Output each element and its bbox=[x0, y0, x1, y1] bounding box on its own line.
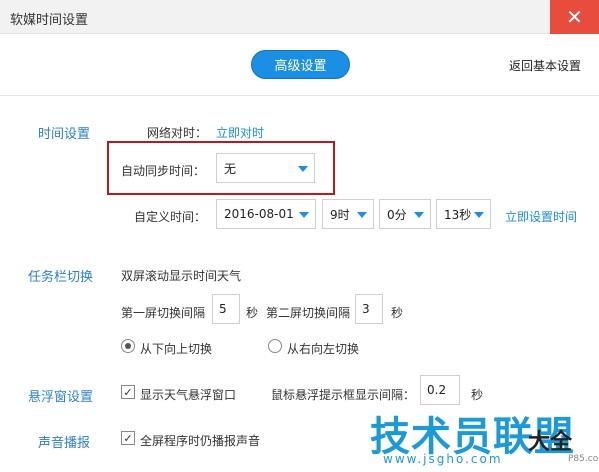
chevron-down-icon bbox=[299, 212, 309, 218]
tooltip-interval-label: 鼠标悬浮提示框显示间隔： bbox=[271, 388, 416, 402]
radio-right-left-label: 从右向左切换 bbox=[287, 342, 360, 356]
radio-bottom-up[interactable] bbox=[121, 339, 135, 353]
window-title: 软媒时间设置 bbox=[10, 13, 89, 28]
section-sound: 声音播报 bbox=[38, 436, 91, 451]
close-icon: ✕ bbox=[566, 5, 583, 29]
watermark-url: www.jsgho.com bbox=[383, 452, 503, 466]
fullscreen-sound-label: 全屏程序时仍播报声音 bbox=[140, 434, 261, 448]
chevron-down-icon bbox=[414, 212, 424, 218]
second-interval-unit: 秒 bbox=[391, 306, 404, 320]
watermark-sub: 大全 bbox=[528, 430, 573, 455]
chevron-down-icon bbox=[357, 212, 367, 218]
radio-dot bbox=[125, 343, 131, 349]
auto-sync-value: 无 bbox=[224, 161, 237, 176]
date-value: 2016-08-01 bbox=[224, 207, 294, 221]
show-weather-label: 显示天气悬浮窗口 bbox=[140, 388, 237, 402]
advanced-settings-button[interactable]: 高级设置 bbox=[251, 50, 350, 79]
back-to-basic-link[interactable]: 返回基本设置 bbox=[509, 57, 581, 74]
header-divider bbox=[0, 95, 599, 96]
second-value: 13秒 bbox=[444, 207, 472, 222]
check-icon: ✓ bbox=[123, 385, 133, 399]
tooltip-interval-input[interactable]: 0.2 bbox=[420, 375, 460, 405]
section-floating: 悬浮窗设置 bbox=[28, 390, 94, 405]
hour-value: 9时 bbox=[330, 207, 350, 222]
chevron-down-icon bbox=[474, 212, 484, 218]
second-interval-input[interactable]: 3 bbox=[355, 294, 383, 324]
apply-time-link[interactable]: 立即设置时间 bbox=[505, 208, 577, 225]
auto-sync-label: 自动同步时间： bbox=[121, 164, 206, 178]
close-button[interactable]: ✕ bbox=[550, 0, 599, 34]
date-select[interactable]: 2016-08-01 bbox=[216, 199, 316, 229]
minute-value: 0分 bbox=[387, 207, 407, 222]
minute-select[interactable]: 0分 bbox=[379, 199, 431, 229]
network-sync-label: 网络对时： bbox=[147, 126, 208, 140]
first-interval-unit: 秒 bbox=[246, 306, 259, 320]
second-select[interactable]: 13秒 bbox=[436, 199, 491, 229]
section-time-settings: 时间设置 bbox=[38, 127, 91, 142]
tooltip-interval-unit: 秒 bbox=[471, 388, 484, 402]
dual-screen-label: 双屏滚动显示时间天气 bbox=[121, 269, 242, 283]
fullscreen-sound-checkbox[interactable]: ✓ bbox=[121, 431, 135, 445]
custom-time-label: 自定义时间： bbox=[134, 210, 207, 224]
radio-bottom-up-label: 从下向上切换 bbox=[140, 342, 213, 356]
first-interval-input[interactable]: 5 bbox=[212, 294, 240, 324]
sync-now-link[interactable]: 立即对时 bbox=[216, 124, 264, 141]
check-icon: ✓ bbox=[123, 431, 133, 445]
auto-sync-select[interactable]: 无 bbox=[216, 153, 315, 183]
title-bar bbox=[0, 0, 599, 34]
hour-select[interactable]: 9时 bbox=[322, 199, 374, 229]
radio-right-left[interactable] bbox=[268, 339, 282, 353]
chevron-down-icon bbox=[298, 166, 308, 172]
show-weather-checkbox[interactable]: ✓ bbox=[121, 385, 135, 399]
second-interval-label: 第二屏切换间隔 bbox=[266, 306, 351, 320]
first-interval-label: 第一屏切换间隔 bbox=[121, 306, 206, 320]
watermark-url-secondary: P85.com bbox=[568, 454, 599, 464]
section-taskbar: 任务栏切换 bbox=[28, 270, 94, 285]
